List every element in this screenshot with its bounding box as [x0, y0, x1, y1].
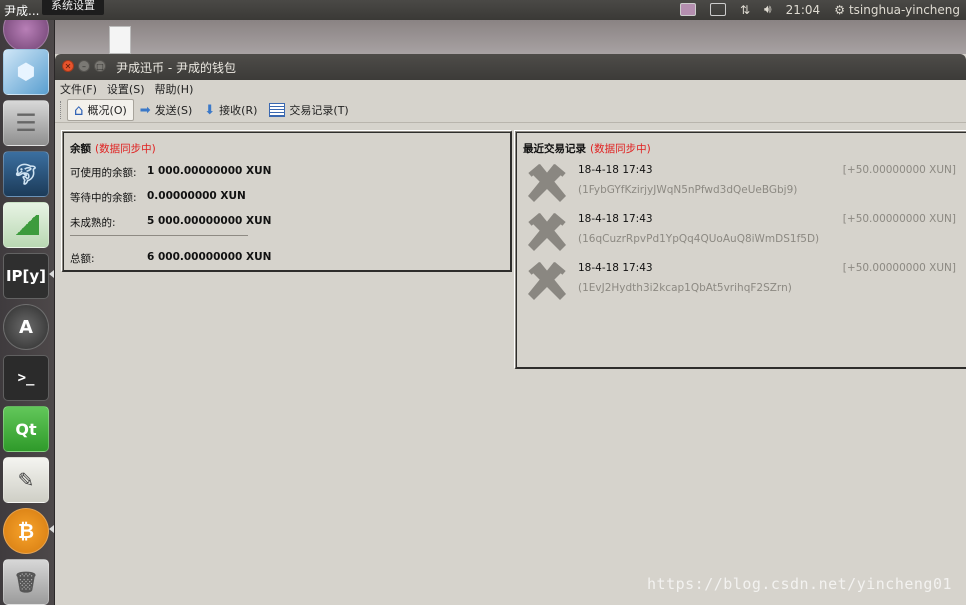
tab-send-label: 发送(S) [154, 104, 193, 117]
tab-transactions[interactable]: 交易记录(T) [263, 99, 354, 121]
running-indicator [49, 525, 54, 533]
qt-creator-icon[interactable]: Qt [3, 406, 49, 452]
receive-arrow-icon: ⬇ [204, 102, 216, 118]
send-arrow-icon: ➡ [139, 102, 151, 118]
launcher-tooltip: 系统设置 [42, 0, 104, 15]
keyboard-indicator-icon[interactable] [709, 3, 726, 16]
close-button[interactable]: ✕ [62, 60, 74, 72]
immature-value: 5 000.00000000 XUN [147, 215, 272, 227]
menu-help[interactable]: 帮助(H) [155, 81, 194, 97]
active-app-title: 尹成... [4, 4, 40, 18]
username-menu[interactable]: tsinghua-yincheng [849, 3, 960, 17]
desktop-background [54, 20, 966, 54]
pending-value: 0.00000000 XUN [147, 190, 246, 202]
recent-title: 最近交易记录 (数据同步中) [523, 141, 651, 156]
terminal-icon[interactable]: >_ [3, 355, 49, 401]
maximize-button[interactable]: □ [94, 60, 106, 72]
recent-transactions-panel: 最近交易记录 (数据同步中) 18-4-18 17:43 (1FybGYfKzir… [515, 131, 966, 369]
transaction-amount: [+50.00000000 XUN] [842, 262, 956, 274]
toolbar: ⌂ 概况(O) ➡ 发送(S) ⬇ 接收(R) 交易记录(T) [55, 98, 966, 123]
transaction-amount: [+50.00000000 XUN] [842, 164, 956, 176]
mysql-workbench-icon[interactable]: 🐬︎ [3, 151, 49, 197]
tab-overview[interactable]: ⌂ 概况(O) [67, 99, 134, 121]
bitcoin-icon[interactable]: ₿ [3, 508, 49, 554]
wallet-window: ✕ – □ 尹成迅币 - 尹成的钱包 文件(F) 设置(S) 帮助(H) ⌂ 概… [55, 54, 966, 605]
transaction-row[interactable]: 18-4-18 17:43 (16qCuzrRpvPd1YpQq4QUoAuQ8… [526, 211, 956, 257]
available-label: 可使用的余额: [70, 167, 137, 179]
list-icon [269, 103, 286, 117]
clock[interactable]: 21:04 [786, 3, 821, 17]
virtualbox-icon[interactable]: ⬢ [3, 49, 49, 95]
menu-settings[interactable]: 设置(S) [107, 81, 145, 97]
mining-pickaxe-icon [528, 163, 566, 202]
transaction-date: 18-4-18 17:43 [578, 213, 653, 225]
menu-file[interactable]: 文件(F) [60, 81, 97, 97]
balance-title-text: 余额 [70, 143, 91, 155]
transaction-address: (1FybGYfKzirjyJWqN5nPfwd3dQeUeBGbj9) [578, 184, 798, 196]
home-icon: ⌂ [74, 101, 84, 119]
immature-label: 未成熟的: [70, 217, 116, 229]
balance-panel: 余额 (数据同步中) 可使用的余额: 1 000.00000000 XUN 等待中… [62, 131, 512, 272]
minimize-button[interactable]: – [78, 60, 90, 72]
transaction-date: 18-4-18 17:43 [578, 164, 653, 176]
toolbar-handle[interactable] [60, 101, 64, 119]
tab-send[interactable]: ➡ 发送(S) [134, 99, 198, 121]
spreadsheet-icon[interactable] [3, 202, 49, 248]
available-value: 1 000.00000000 XUN [147, 165, 272, 177]
network-indicator-icon[interactable]: ⇅ [740, 3, 750, 17]
balance-divider [70, 235, 248, 236]
total-value: 6 000.00000000 XUN [147, 251, 272, 263]
software-updater-icon[interactable]: A [3, 304, 49, 350]
transaction-row[interactable]: 18-4-18 17:43 (1EvJ2Hydth3i2kcap1QbAt5vr… [526, 260, 956, 306]
window-titlebar[interactable]: ✕ – □ 尹成迅币 - 尹成的钱包 [55, 54, 966, 80]
settings-gear-icon[interactable]: ⚙ [834, 3, 845, 17]
balance-title: 余额 (数据同步中) [70, 141, 156, 156]
transaction-address: (16qCuzrRpvPd1YpQq4QUoAuQ8iWmDS1f5D) [578, 233, 820, 245]
top-panel: 尹成... 系统设置 ⇅ 🔊︎ 21:04 ⚙ tsinghua-yinchen… [0, 0, 966, 20]
total-label: 总额: [70, 253, 95, 265]
text-editor-icon[interactable]: ✎ [3, 457, 49, 503]
database-icon[interactable]: ☰ [3, 100, 49, 146]
tab-receive-label: 接收(R) [219, 104, 258, 117]
display-indicator-icon[interactable] [679, 3, 696, 16]
transaction-date: 18-4-18 17:43 [578, 262, 653, 274]
mining-pickaxe-icon [528, 212, 566, 251]
recent-sync-note: (数据同步中) [590, 143, 651, 155]
running-indicator [49, 270, 54, 278]
trash-icon[interactable]: 🗑︎ [3, 559, 49, 605]
recent-title-text: 最近交易记录 [523, 143, 586, 155]
indicator-area: ⇅ 🔊︎ 21:04 ⚙ tsinghua-yincheng [679, 2, 960, 17]
transaction-amount: [+50.00000000 XUN] [842, 213, 956, 225]
desktop-file-icon[interactable] [109, 26, 131, 54]
window-title: 尹成迅币 - 尹成的钱包 [116, 61, 236, 75]
transaction-address: (1EvJ2Hydth3i2kcap1QbAt5vrihqF2SZrn) [578, 282, 792, 294]
mining-pickaxe-icon [528, 261, 566, 300]
watermark-text: https://blog.csdn.net/yincheng01 [647, 575, 952, 593]
pending-label: 等待中的余额: [70, 192, 137, 204]
tab-receive[interactable]: ⬇ 接收(R) [198, 99, 263, 121]
menu-bar: 文件(F) 设置(S) 帮助(H) [55, 80, 966, 98]
tab-transactions-label: 交易记录(T) [289, 104, 349, 117]
transaction-row[interactable]: 18-4-18 17:43 (1FybGYfKzirjyJWqN5nPfwd3d… [526, 162, 956, 208]
tab-overview-label: 概况(O) [87, 104, 127, 117]
volume-indicator-icon[interactable]: 🔊︎ [764, 2, 772, 17]
balance-sync-note: (数据同步中) [95, 143, 156, 155]
launcher: ⬢ ☰ 🐬︎ IP[y] A >_ Qt ✎ ₿ 🗑︎ [0, 6, 55, 605]
ipython-icon[interactable]: IP[y] [3, 253, 49, 299]
